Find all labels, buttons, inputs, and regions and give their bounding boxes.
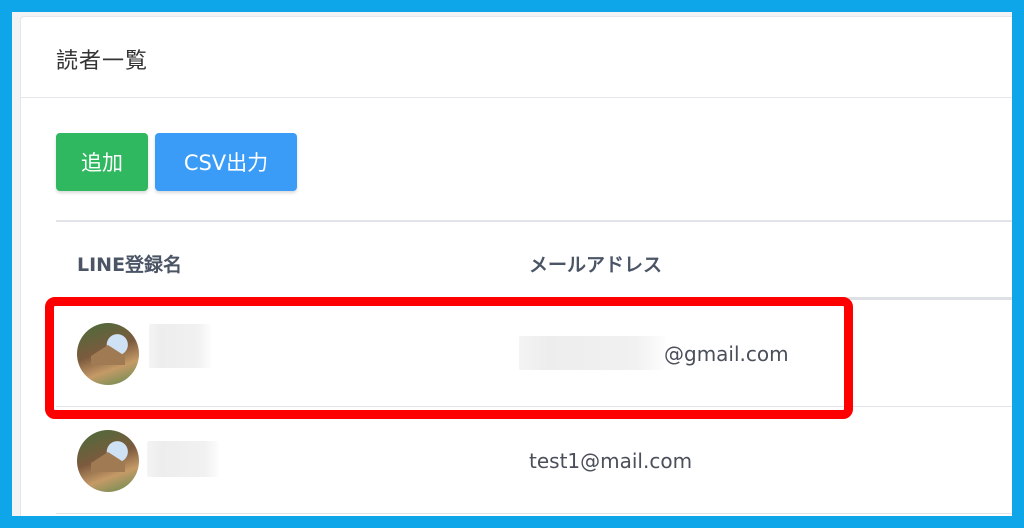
column-header-email[interactable]: メールアドレス [529, 250, 662, 277]
column-header-line-name[interactable]: LINE登録名 [77, 250, 182, 277]
table-top-border [56, 220, 1012, 222]
email-cell: test1@mail.com [529, 449, 693, 473]
csv-export-button[interactable]: CSV出力 [155, 133, 297, 191]
row-divider [56, 513, 1012, 514]
add-button[interactable]: 追加 [56, 133, 148, 191]
card-header: 読者一覧 [21, 17, 1012, 98]
avatar [77, 430, 139, 492]
page-title: 読者一覧 [56, 49, 149, 74]
blurred-name [147, 441, 219, 477]
highlight-box [45, 297, 853, 419]
screenshot-frame: 読者一覧 追加 CSV出力 LINE登録名 メールアドレス @gmail.com… [12, 12, 1012, 516]
readers-card: 読者一覧 追加 CSV出力 LINE登録名 メールアドレス @gmail.com… [20, 16, 1012, 516]
